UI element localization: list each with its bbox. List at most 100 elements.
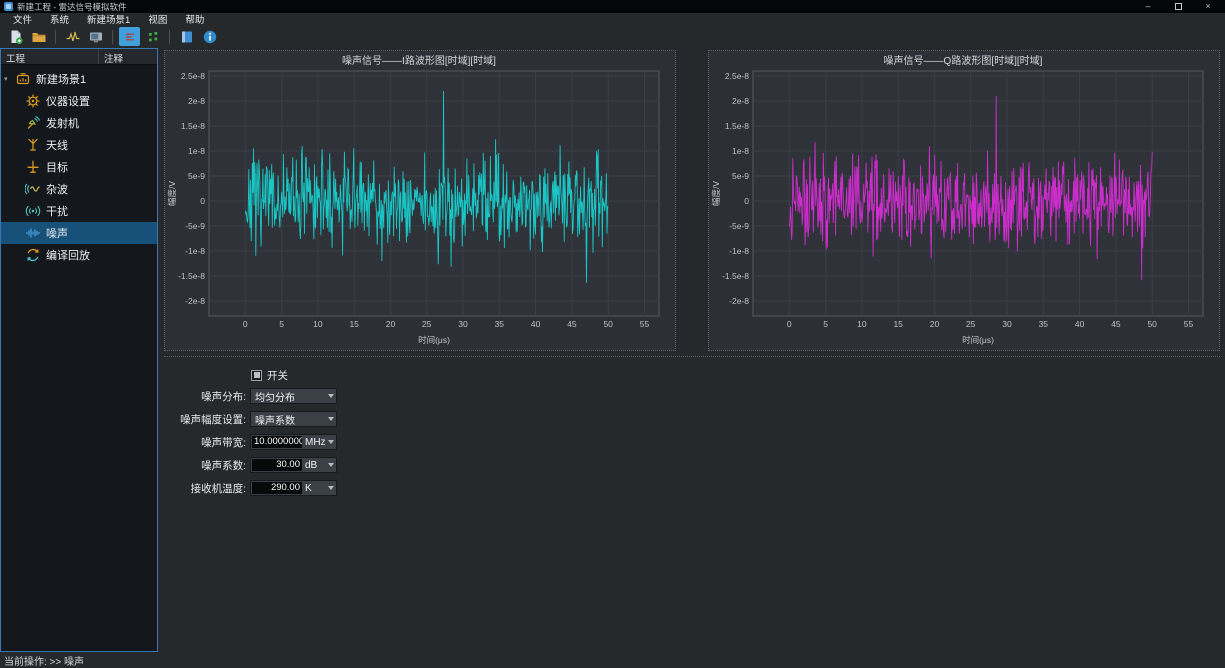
svg-text:10: 10: [313, 319, 323, 329]
restore-icon: [1175, 3, 1182, 10]
menu-help[interactable]: 帮助: [176, 12, 213, 26]
svg-text:-1e-8: -1e-8: [729, 246, 749, 256]
constellation-icon: [145, 29, 161, 45]
svg-text:幅度/V: 幅度/V: [711, 181, 721, 206]
minimize-button[interactable]: –: [1133, 0, 1163, 13]
open-project-icon: [31, 29, 47, 45]
svg-text:1.5e-8: 1.5e-8: [725, 121, 749, 131]
noise-figure-value[interactable]: 30.00: [252, 459, 302, 471]
tree-item-5[interactable]: 杂波: [1, 178, 157, 200]
noise-bandwidth-label: 噪声带宽:: [164, 435, 246, 450]
svg-text:30: 30: [1002, 319, 1012, 329]
project-panel-header: 工程 注释: [1, 49, 157, 65]
noise-icon: [24, 225, 41, 241]
tree-item-label: 新建场景1: [36, 71, 86, 87]
tree-item-7[interactable]: 噪声: [1, 222, 157, 244]
svg-text:40: 40: [1075, 319, 1085, 329]
info-icon: [202, 29, 218, 45]
svg-text:35: 35: [495, 319, 505, 329]
svg-text:时间(μs): 时间(μs): [418, 335, 450, 345]
switch-checkbox[interactable]: [251, 370, 262, 381]
receiver-temperature-input[interactable]: 290.00 K: [250, 480, 337, 496]
app-icon: [4, 2, 13, 11]
column-header-project: 工程: [1, 49, 99, 64]
noise-settings-panel: 开关 噪声分布: 均匀分布 噪声幅度设置: 噪声系数 噪声带宽: 1: [164, 367, 1220, 503]
noise-bandwidth-value[interactable]: 10.000000000: [252, 436, 302, 448]
noise-q-waveform-chart: 05101520253035404550552.5e-82e-81.5e-81e…: [708, 50, 1220, 351]
svg-text:-5e-9: -5e-9: [729, 221, 749, 231]
tree-item-2[interactable]: 发射机: [1, 112, 157, 134]
close-button[interactable]: ×: [1193, 0, 1223, 13]
menu-view[interactable]: 视图: [139, 12, 176, 26]
waveform-button[interactable]: [62, 27, 83, 46]
svg-text:50: 50: [1147, 319, 1157, 329]
svg-text:5e-9: 5e-9: [188, 171, 205, 181]
svg-text:35: 35: [1039, 319, 1049, 329]
tree-item-6[interactable]: 干扰: [1, 200, 157, 222]
svg-text:0: 0: [787, 319, 792, 329]
svg-text:5e-9: 5e-9: [732, 171, 749, 181]
new-project-button[interactable]: [5, 27, 26, 46]
expander-icon[interactable]: ▾: [4, 75, 13, 83]
chevron-down-icon: [326, 486, 336, 490]
svg-text:-2e-8: -2e-8: [185, 296, 205, 306]
content-area: 05101520253035404550552.5e-82e-81.5e-81e…: [158, 48, 1225, 652]
waveform-list-button[interactable]: [119, 27, 140, 46]
noise-distribution-value: 均匀分布: [251, 389, 326, 404]
svg-text:幅度/V: 幅度/V: [167, 181, 177, 206]
chevron-down-icon: [326, 417, 336, 421]
constellation-button[interactable]: [142, 27, 163, 46]
column-header-comment: 注释: [99, 49, 157, 64]
noise-bandwidth-unit: MHz: [302, 437, 326, 448]
horizontal-splitter[interactable]: [164, 356, 1220, 357]
tree-item-3[interactable]: 天线: [1, 134, 157, 156]
svg-text:25: 25: [966, 319, 976, 329]
tree-item-4[interactable]: 目标: [1, 156, 157, 178]
svg-text:2e-8: 2e-8: [732, 96, 749, 106]
noise-distribution-select[interactable]: 均匀分布: [250, 388, 337, 404]
svg-text:5: 5: [279, 319, 284, 329]
receiver-temperature-label: 接收机温度:: [164, 481, 246, 496]
svg-text:0: 0: [200, 196, 205, 206]
open-project-button[interactable]: [28, 27, 49, 46]
tree-item-8[interactable]: 编译回放: [1, 244, 157, 266]
svg-text:2e-8: 2e-8: [188, 96, 205, 106]
svg-text:-1.5e-8: -1.5e-8: [722, 271, 749, 281]
chevron-down-icon: [326, 394, 336, 398]
status-bar: 当前操作: >> 噪声: [0, 652, 1225, 668]
toolbar-separator: [169, 30, 170, 44]
status-text: 当前操作: >> 噪声: [4, 653, 84, 668]
info-button[interactable]: [199, 27, 220, 46]
svg-text:5: 5: [823, 319, 828, 329]
menu-scene[interactable]: 新建场景1: [78, 12, 139, 26]
tree-item-0[interactable]: ▾ 新建场景1: [1, 68, 157, 90]
noise-amplitude-mode-value: 噪声系数: [251, 412, 326, 427]
chevron-down-icon: [326, 463, 336, 467]
notebook-button[interactable]: [176, 27, 197, 46]
tree-item-1[interactable]: 仪器设置: [1, 90, 157, 112]
svg-text:0: 0: [243, 319, 248, 329]
svg-text:20: 20: [930, 319, 940, 329]
switch-label: 开关: [267, 368, 288, 383]
svg-text:40: 40: [531, 319, 541, 329]
menu-system[interactable]: 系统: [41, 12, 78, 26]
menu-bar: 文件 系统 新建场景1 视图 帮助: [0, 13, 1225, 25]
svg-text:-5e-9: -5e-9: [185, 221, 205, 231]
receiver-temperature-value[interactable]: 290.00: [252, 482, 302, 494]
restore-button[interactable]: [1163, 0, 1193, 13]
toolbar: [0, 25, 1225, 48]
noise-amplitude-mode-select[interactable]: 噪声系数: [250, 411, 337, 427]
noise-bandwidth-input[interactable]: 10.000000000 MHz: [250, 434, 337, 450]
window-title: 新建工程 - 雷达信号模拟软件: [17, 1, 127, 13]
transmitter-icon: [24, 115, 41, 131]
tree-item-label: 天线: [46, 137, 68, 153]
capture-device-button[interactable]: [85, 27, 106, 46]
chevron-down-icon: [326, 440, 336, 444]
tree-item-label: 噪声: [46, 225, 68, 241]
tree-item-label: 干扰: [46, 203, 68, 219]
menu-file[interactable]: 文件: [4, 12, 41, 26]
svg-text:45: 45: [1111, 319, 1121, 329]
svg-text:0: 0: [744, 196, 749, 206]
svg-text:30: 30: [458, 319, 468, 329]
noise-figure-input[interactable]: 30.00 dB: [250, 457, 337, 473]
